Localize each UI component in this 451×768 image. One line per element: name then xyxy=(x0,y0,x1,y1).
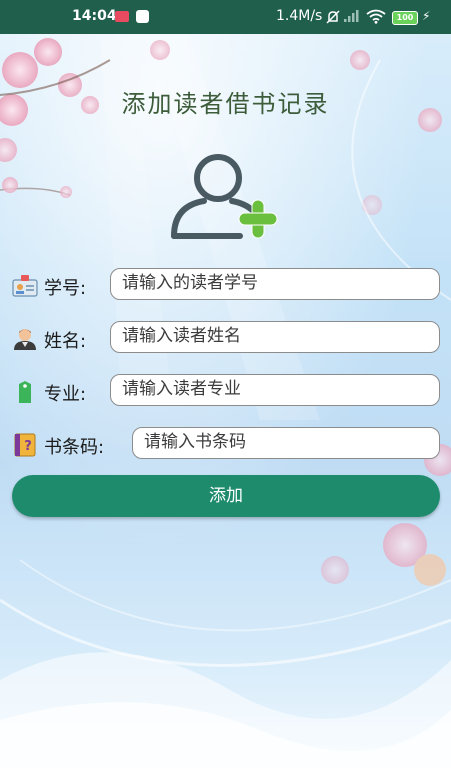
add-user-icon xyxy=(171,154,278,239)
svg-text:?: ? xyxy=(24,439,32,454)
student-id-input[interactable]: 请输入的读者学号 xyxy=(110,268,440,300)
name-input[interactable]: 请输入读者姓名 xyxy=(110,321,440,353)
battery-icon: 100 xyxy=(392,11,418,25)
major-label: 专业: xyxy=(44,384,87,405)
status-bar: 14:04 1.4M/s 100 ⚡ xyxy=(0,0,451,34)
barcode-label: 书条码: xyxy=(44,437,105,458)
notification-icon xyxy=(115,11,129,22)
major-input[interactable]: 请输入读者专业 xyxy=(110,374,440,406)
barcode-input[interactable]: 请输入书条码 xyxy=(132,427,440,459)
book-icon: ? xyxy=(14,433,36,457)
student-id-row: 学号: 请输入的读者学号 xyxy=(10,268,442,304)
id-card-icon xyxy=(12,275,38,297)
notification-app-icon xyxy=(136,10,149,23)
student-id-label: 学号: xyxy=(44,278,87,299)
mute-icon xyxy=(326,10,340,24)
network-speed: 1.4M/s xyxy=(276,8,323,24)
major-row: 专业: 请输入读者专业 xyxy=(10,374,442,410)
person-icon xyxy=(14,329,36,350)
wifi-icon xyxy=(366,9,386,24)
name-row: 姓名: 请输入读者姓名 xyxy=(10,321,442,357)
barcode-row: ? 书条码: 请输入书条码 xyxy=(10,427,442,463)
page-title: 添加读者借书记录 xyxy=(121,90,330,118)
signal-icon xyxy=(344,10,359,22)
name-label: 姓名: xyxy=(44,331,87,352)
add-button[interactable]: 添加 xyxy=(12,475,440,517)
tag-icon xyxy=(19,381,31,403)
charging-icon: ⚡ xyxy=(422,9,431,23)
status-time: 14:04 xyxy=(72,8,117,24)
